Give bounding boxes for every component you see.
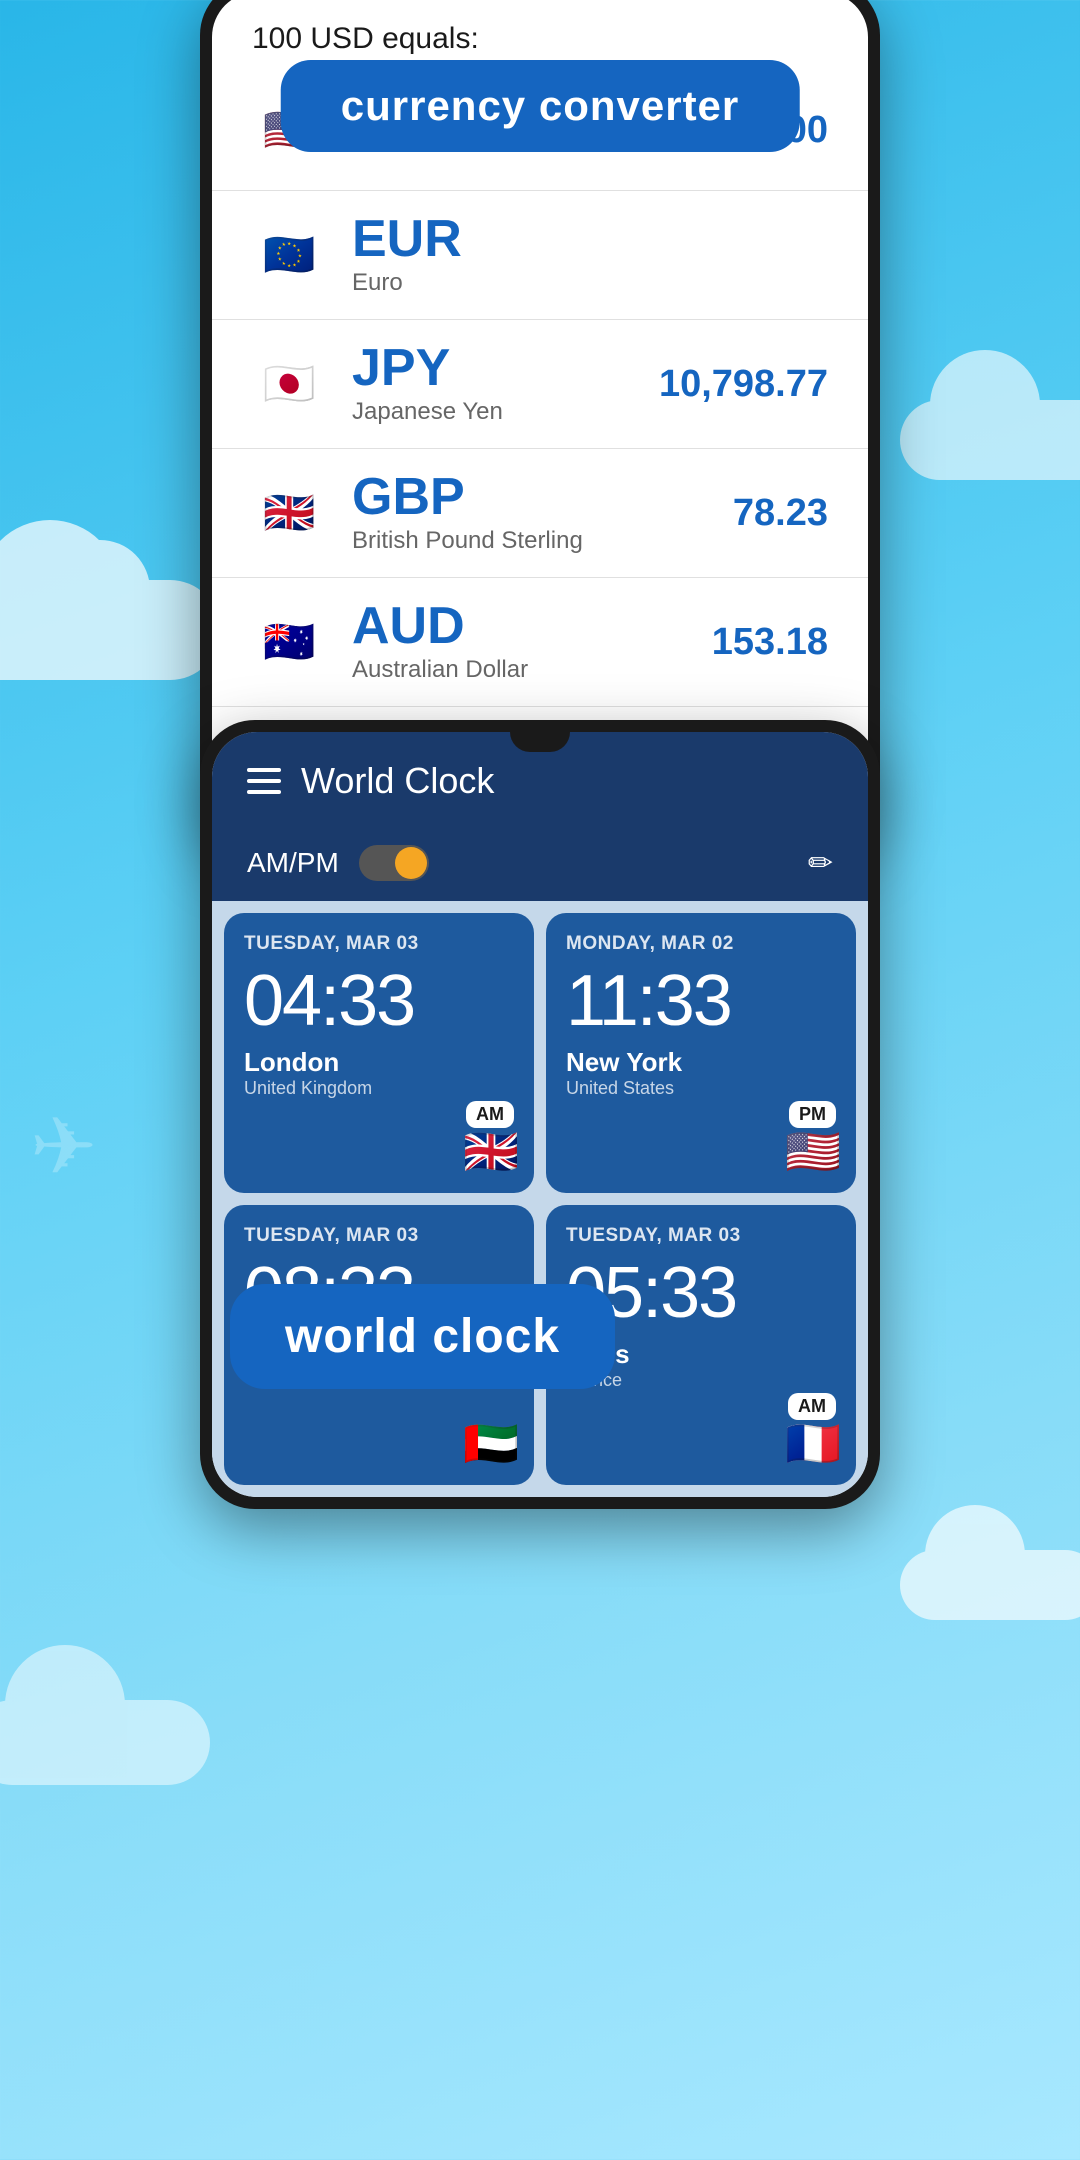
ampm-badge-newyork: PM [789, 1101, 836, 1128]
london-flag: 🇬🇧 [463, 1125, 519, 1178]
world-clock-title: World Clock [301, 760, 833, 802]
clock-city-london: London [244, 1047, 514, 1078]
ampm-badge-paris: AM [788, 1393, 836, 1420]
clock-card-newyork[interactable]: MONDAY, MAR 02 11:33 PM New York United … [546, 913, 856, 1193]
phone2-frame: World Clock AM/PM ✏ TUESDAY, MAR 03 04:3… [200, 720, 880, 1509]
hamburger-line [247, 779, 281, 783]
jpy-name: Japanese Yen [352, 398, 659, 426]
cloud-1 [0, 580, 220, 680]
clock-date: TUESDAY, MAR 03 [244, 933, 514, 955]
aud-info: AUD Australian Dollar [352, 600, 712, 684]
aud-code: AUD [352, 600, 712, 652]
clock-date: MONDAY, MAR 02 [566, 933, 836, 955]
ampm-badge-london: AM [466, 1101, 514, 1128]
toggle-track [359, 845, 429, 881]
ampm-toggle[interactable] [359, 845, 429, 881]
table-row: 🇯🇵 JPY Japanese Yen 10,798.77 [212, 320, 868, 449]
jpy-code: JPY [352, 342, 659, 394]
hamburger-line [247, 768, 281, 772]
clock-country-london: United Kingdom [244, 1078, 514, 1099]
world-clock-phone: World Clock AM/PM ✏ TUESDAY, MAR 03 04:3… [200, 720, 880, 1509]
table-row: 🇪🇺 EUR Euro [212, 191, 868, 320]
world-clock-badge: world clock [230, 1284, 615, 1389]
paris-flag: 🇫🇷 [785, 1417, 841, 1470]
table-row: 🇬🇧 GBP British Pound Sterling 78.23 [212, 449, 868, 578]
clock-time: 04:33 [244, 965, 514, 1037]
cloud-3 [900, 1550, 1080, 1620]
gbp-code: GBP [352, 471, 733, 523]
eur-info: EUR Euro [352, 213, 828, 297]
jpy-flag: 🇯🇵 [252, 347, 327, 422]
clock-city-newyork: New York [566, 1047, 836, 1078]
uae-flag: 🇦🇪 [463, 1417, 519, 1470]
clock-date: TUESDAY, MAR 03 [566, 1225, 836, 1247]
gbp-amount: 78.23 [733, 492, 828, 535]
menu-button[interactable] [247, 768, 281, 794]
gbp-flag: 🇬🇧 [252, 476, 327, 551]
table-row: 🇦🇺 AUD Australian Dollar 153.18 [212, 578, 868, 707]
newyork-flag: 🇺🇸 [785, 1125, 841, 1178]
jpy-amount: 10,798.77 [659, 363, 828, 406]
clock-card-london[interactable]: TUESDAY, MAR 03 04:33 AM London United K… [224, 913, 534, 1193]
currency-converter-badge: currency converter [281, 60, 800, 152]
aud-name: Australian Dollar [352, 656, 712, 684]
clock-time: 11:33 [566, 965, 836, 1037]
gbp-name: British Pound Sterling [352, 527, 733, 555]
aud-amount: 153.18 [712, 621, 828, 664]
clock-country-newyork: United States [566, 1078, 836, 1099]
cloud-2 [900, 400, 1080, 480]
hamburger-line [247, 790, 281, 794]
edit-button[interactable]: ✏ [808, 846, 833, 881]
ampm-label: AM/PM [247, 847, 339, 879]
eur-code: EUR [352, 213, 828, 265]
clocks-grid: TUESDAY, MAR 03 04:33 AM London United K… [212, 901, 868, 1497]
clock-date: TUESDAY, MAR 03 [244, 1225, 514, 1247]
aud-flag: 🇦🇺 [252, 605, 327, 680]
eur-name: Euro [352, 269, 828, 297]
toggle-thumb [395, 847, 427, 879]
airplane-icon: ✈ [30, 1100, 97, 1193]
eur-flag: 🇪🇺 [252, 218, 327, 293]
cloud-4 [0, 1700, 210, 1785]
jpy-info: JPY Japanese Yen [352, 342, 659, 426]
world-clock-subheader: AM/PM ✏ [212, 830, 868, 901]
gbp-info: GBP British Pound Sterling [352, 471, 733, 555]
